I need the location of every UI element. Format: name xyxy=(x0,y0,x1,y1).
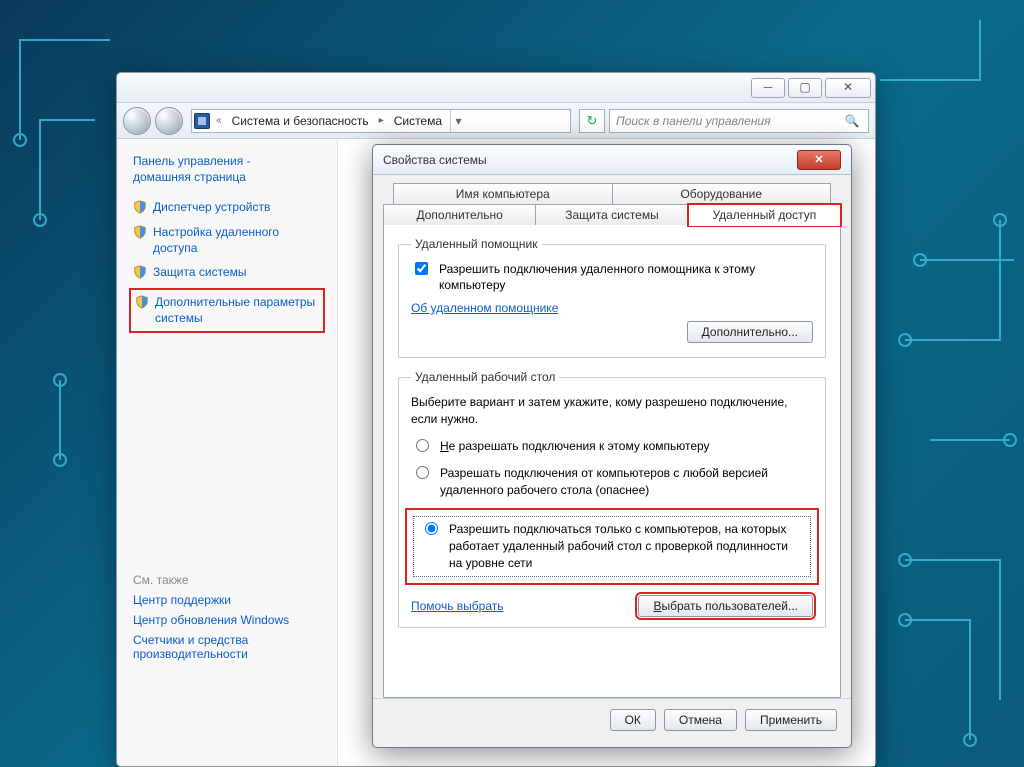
sidebar-item-label: Дополнительные параметры системы xyxy=(155,294,319,326)
dialog-title: Свойства системы xyxy=(383,153,487,167)
maximize-button[interactable]: ▢ xyxy=(788,78,822,98)
allow-remote-assistance-checkbox[interactable] xyxy=(415,262,428,275)
shield-icon xyxy=(135,295,149,309)
sidebar-item-label: Диспетчер устройств xyxy=(153,199,270,215)
tab-row: Дополнительно Защита системы Удаленный д… xyxy=(383,204,841,225)
chevron-right-icon: ▸ xyxy=(379,115,384,126)
radio-input[interactable] xyxy=(416,466,429,479)
see-also-link[interactable]: Центр обновления Windows xyxy=(133,613,321,627)
tab-computer-name[interactable]: Имя компьютера xyxy=(393,183,613,204)
tab-row: Имя компьютера Оборудование xyxy=(393,183,831,204)
radio-label: Разрешать подключения от компьютеров с л… xyxy=(440,465,813,499)
shield-icon xyxy=(133,225,147,239)
apply-button[interactable]: Применить xyxy=(745,709,837,731)
tab-advanced[interactable]: Дополнительно xyxy=(383,204,536,225)
navigation-bar: « Система и безопасность ▸ Система ▾ ↻ П… xyxy=(117,103,875,139)
radio-label: Разрешить подключаться только с компьюте… xyxy=(449,521,804,571)
group-legend: Удаленный помощник xyxy=(411,237,542,251)
about-remote-assistance-link[interactable]: Об удаленном помощнике xyxy=(411,301,558,315)
remote-option-nla[interactable]: Разрешить подключаться только с компьюте… xyxy=(420,521,804,571)
see-also-link[interactable]: Центр поддержки xyxy=(133,593,321,607)
search-input[interactable]: Поиск в панели управления 🔍 xyxy=(609,109,869,133)
shield-icon xyxy=(133,200,147,214)
address-dropdown[interactable]: ▾ xyxy=(450,110,466,132)
see-also-link[interactable]: Счетчики и средства производительности xyxy=(133,633,321,661)
group-remote-desktop: Удаленный рабочий стол Выберите вариант … xyxy=(398,370,826,627)
address-bar[interactable]: « Система и безопасность ▸ Система ▾ xyxy=(191,109,571,133)
group-remote-assistance: Удаленный помощник Разрешить подключения… xyxy=(398,237,826,358)
sidebar-item-label: Защита системы xyxy=(153,264,246,280)
sidebar-item-label: Настройка удаленного доступа xyxy=(153,224,321,256)
see-also-header: См. также xyxy=(133,573,321,587)
group-legend: Удаленный рабочий стол xyxy=(411,370,559,384)
refresh-button[interactable]: ↻ xyxy=(579,109,605,133)
dialog-footer: ОК Отмена Применить xyxy=(373,698,851,741)
sidebar-item-advanced-settings[interactable]: Дополнительные параметры системы xyxy=(129,288,325,332)
group-intro-text: Выберите вариант и затем укажите, кому р… xyxy=(411,394,813,428)
tab-hardware[interactable]: Оборудование xyxy=(613,183,832,204)
breadcrumb-separator: « xyxy=(216,115,222,126)
radio-input[interactable] xyxy=(416,439,429,452)
highlight-box: Разрешить подключаться только с компьюте… xyxy=(405,508,819,584)
shield-icon xyxy=(133,265,147,279)
sidebar-item-system-protection[interactable]: Защита системы xyxy=(133,264,321,280)
tab-label: Удаленный доступ xyxy=(712,208,816,222)
tab-content: Удаленный помощник Разрешить подключения… xyxy=(383,224,841,698)
minimize-button[interactable]: ─ xyxy=(751,78,785,98)
dialog-titlebar: Свойства системы ✕ xyxy=(373,145,851,175)
remote-option-none[interactable]: Не разрешать подключения к этому компьют… xyxy=(411,438,813,455)
radio-label: Не разрешать подключения к этому компьют… xyxy=(440,438,710,455)
select-users-button[interactable]: Выбрать пользователей... xyxy=(638,595,813,617)
control-panel-home-link[interactable]: Панель управления - домашняя страница xyxy=(133,153,321,185)
back-button[interactable] xyxy=(123,107,151,135)
sidebar: Панель управления - домашняя страница Ди… xyxy=(117,139,337,766)
search-icon: 🔍 xyxy=(842,114,862,128)
breadcrumb-segment[interactable]: Система xyxy=(390,114,446,128)
tab-remote[interactable]: Удаленный доступ xyxy=(689,204,841,225)
dialog-close-button[interactable]: ✕ xyxy=(797,150,841,170)
ok-button[interactable]: ОК xyxy=(610,709,656,731)
remote-option-any[interactable]: Разрешать подключения от компьютеров с л… xyxy=(411,465,813,499)
breadcrumb-segment[interactable]: Система и безопасность xyxy=(228,114,373,128)
forward-button[interactable] xyxy=(155,107,183,135)
sidebar-item-remote-settings[interactable]: Настройка удаленного доступа xyxy=(133,224,321,256)
control-panel-icon xyxy=(194,113,210,129)
cancel-button[interactable]: Отмена xyxy=(664,709,737,731)
tab-system-protection[interactable]: Защита системы xyxy=(536,204,688,225)
system-properties-dialog: Свойства системы ✕ Имя компьютера Оборуд… xyxy=(372,144,852,748)
window-titlebar: ─ ▢ ✕ xyxy=(117,73,875,103)
radio-input[interactable] xyxy=(425,522,438,535)
help-choose-link[interactable]: Помочь выбрать xyxy=(411,599,504,613)
close-button[interactable]: ✕ xyxy=(825,78,871,98)
search-placeholder: Поиск в панели управления xyxy=(616,114,771,128)
checkbox-label: Разрешить подключения удаленного помощни… xyxy=(439,261,813,293)
sidebar-item-device-manager[interactable]: Диспетчер устройств xyxy=(133,199,321,215)
remote-assistance-advanced-button[interactable]: Дополнительно... xyxy=(687,321,813,343)
